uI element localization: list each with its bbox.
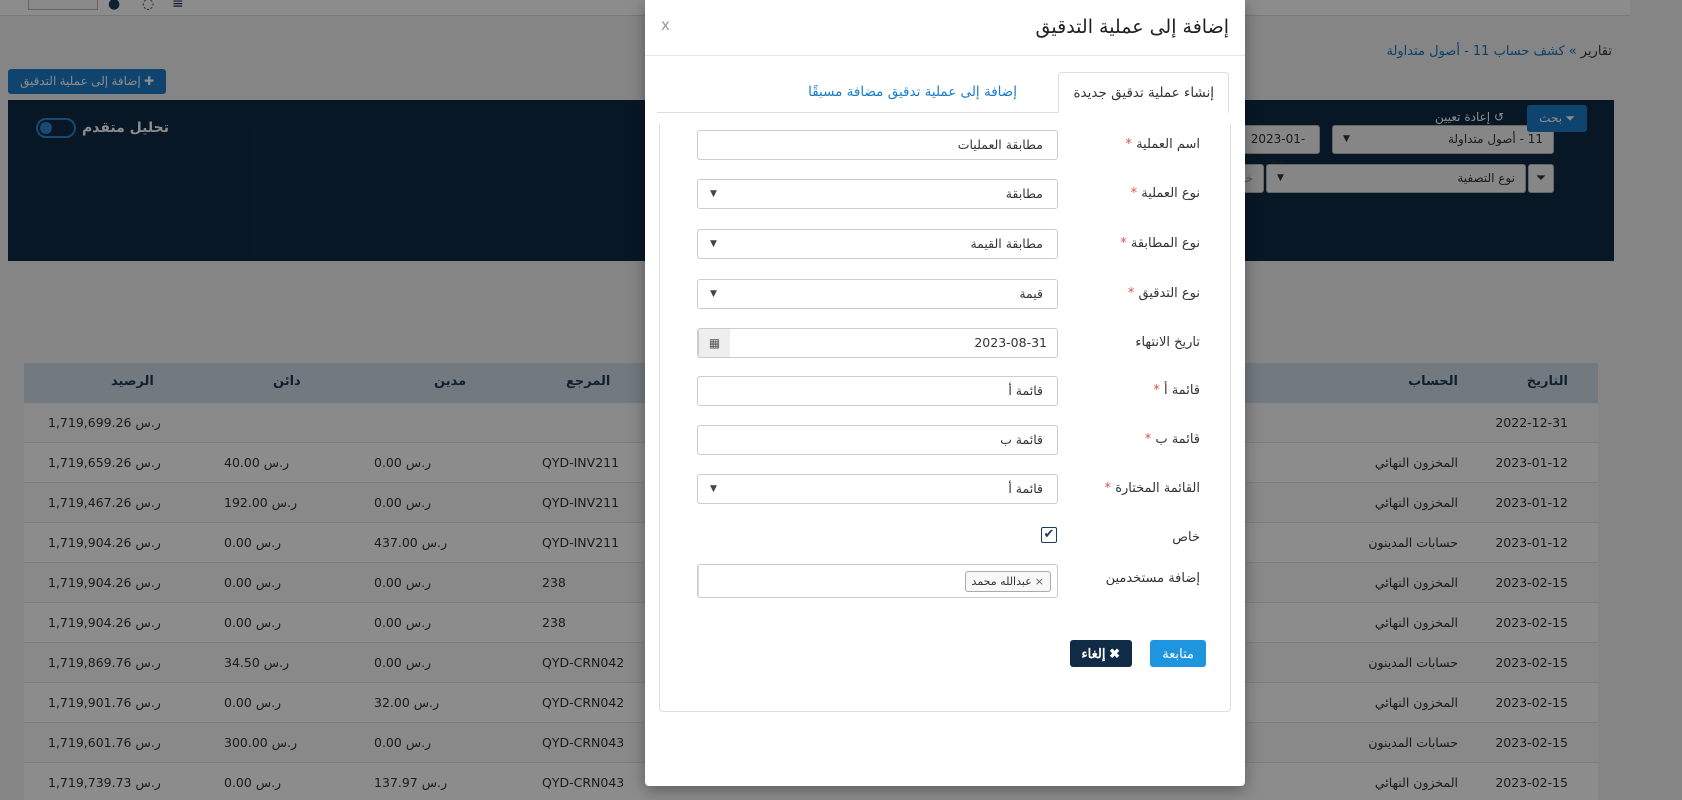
field-end-date: تاريخ الانتهاء 2023-08-31 ▦	[658, 328, 1230, 358]
field-private: خاص ✔	[658, 523, 1230, 553]
match-type-select[interactable]: مطابقة القيمة ▼	[697, 229, 1058, 259]
tab-existing-audit[interactable]: إضافة إلى عملية تدقيق مضافة مسبقًا	[794, 72, 1031, 113]
field-match-type: نوع المطابقة * مطابقة القيمة ▼	[658, 229, 1230, 259]
continue-button[interactable]: متابعة	[1150, 640, 1206, 667]
list-b-input[interactable]: قائمة ب	[697, 425, 1058, 455]
chevron-down-icon: ▼	[710, 484, 717, 494]
calendar-icon[interactable]: ▦	[698, 329, 730, 357]
required-mark: *	[1120, 236, 1127, 251]
user-tag: ×عبدالله محمد	[964, 571, 1051, 592]
audit-type-select[interactable]: قيمة ▼	[697, 279, 1058, 309]
close-icon: ✖	[1109, 646, 1120, 661]
chevron-down-icon: ▼	[710, 289, 717, 299]
field-selected-list: القائمة المختارة * قائمة أ ▼	[658, 474, 1230, 504]
field-audit-type: نوع التدقيق * قيمة ▼	[658, 279, 1230, 309]
modal-header: إضافة إلى عملية التدقيق x	[645, 0, 1245, 56]
process-name-input[interactable]: مطابقة العمليات	[697, 130, 1058, 160]
tab-new-audit[interactable]: إنشاء عملية تدقيق جديدة	[1058, 72, 1229, 113]
private-checkbox[interactable]: ✔	[1041, 527, 1057, 543]
audit-form: اسم العملية * مطابقة العمليات نوع العملي…	[659, 124, 1231, 712]
tags-divider	[698, 565, 853, 597]
required-mark: *	[1153, 383, 1160, 398]
add-to-audit-modal: إضافة إلى عملية التدقيق x إنشاء عملية تد…	[645, 0, 1245, 786]
required-mark: *	[1104, 481, 1112, 496]
end-date-input[interactable]: 2023-08-31 ▦	[697, 328, 1058, 358]
required-mark: *	[1144, 432, 1152, 447]
selected-list-select[interactable]: قائمة أ ▼	[697, 474, 1058, 504]
field-process-name: اسم العملية * مطابقة العمليات	[658, 130, 1230, 160]
field-list-a: قائمة أ * قائمة أ	[658, 376, 1230, 406]
required-mark: *	[1127, 286, 1135, 301]
close-icon[interactable]: x	[661, 16, 670, 34]
modal-tabs: إنشاء عملية تدقيق جديدة إضافة إلى عملية …	[657, 72, 1229, 113]
field-process-type: نوع العملية * مطابقة ▼	[658, 179, 1230, 209]
required-mark: *	[1125, 137, 1133, 152]
cancel-button[interactable]: ✖ إلغاء	[1069, 640, 1132, 667]
close-icon[interactable]: ×	[1035, 575, 1044, 588]
chevron-down-icon: ▼	[710, 189, 717, 199]
modal-title: إضافة إلى عملية التدقيق	[1035, 16, 1229, 38]
field-add-users: إضافة مستخدمين ×عبدالله محمد	[658, 564, 1230, 598]
list-a-input[interactable]: قائمة أ	[697, 376, 1058, 406]
field-list-b: قائمة ب * قائمة ب	[658, 425, 1230, 455]
required-mark: *	[1130, 186, 1138, 201]
process-type-select[interactable]: مطابقة ▼	[697, 179, 1058, 209]
add-users-input[interactable]: ×عبدالله محمد	[697, 564, 1058, 598]
chevron-down-icon: ▼	[710, 239, 717, 249]
